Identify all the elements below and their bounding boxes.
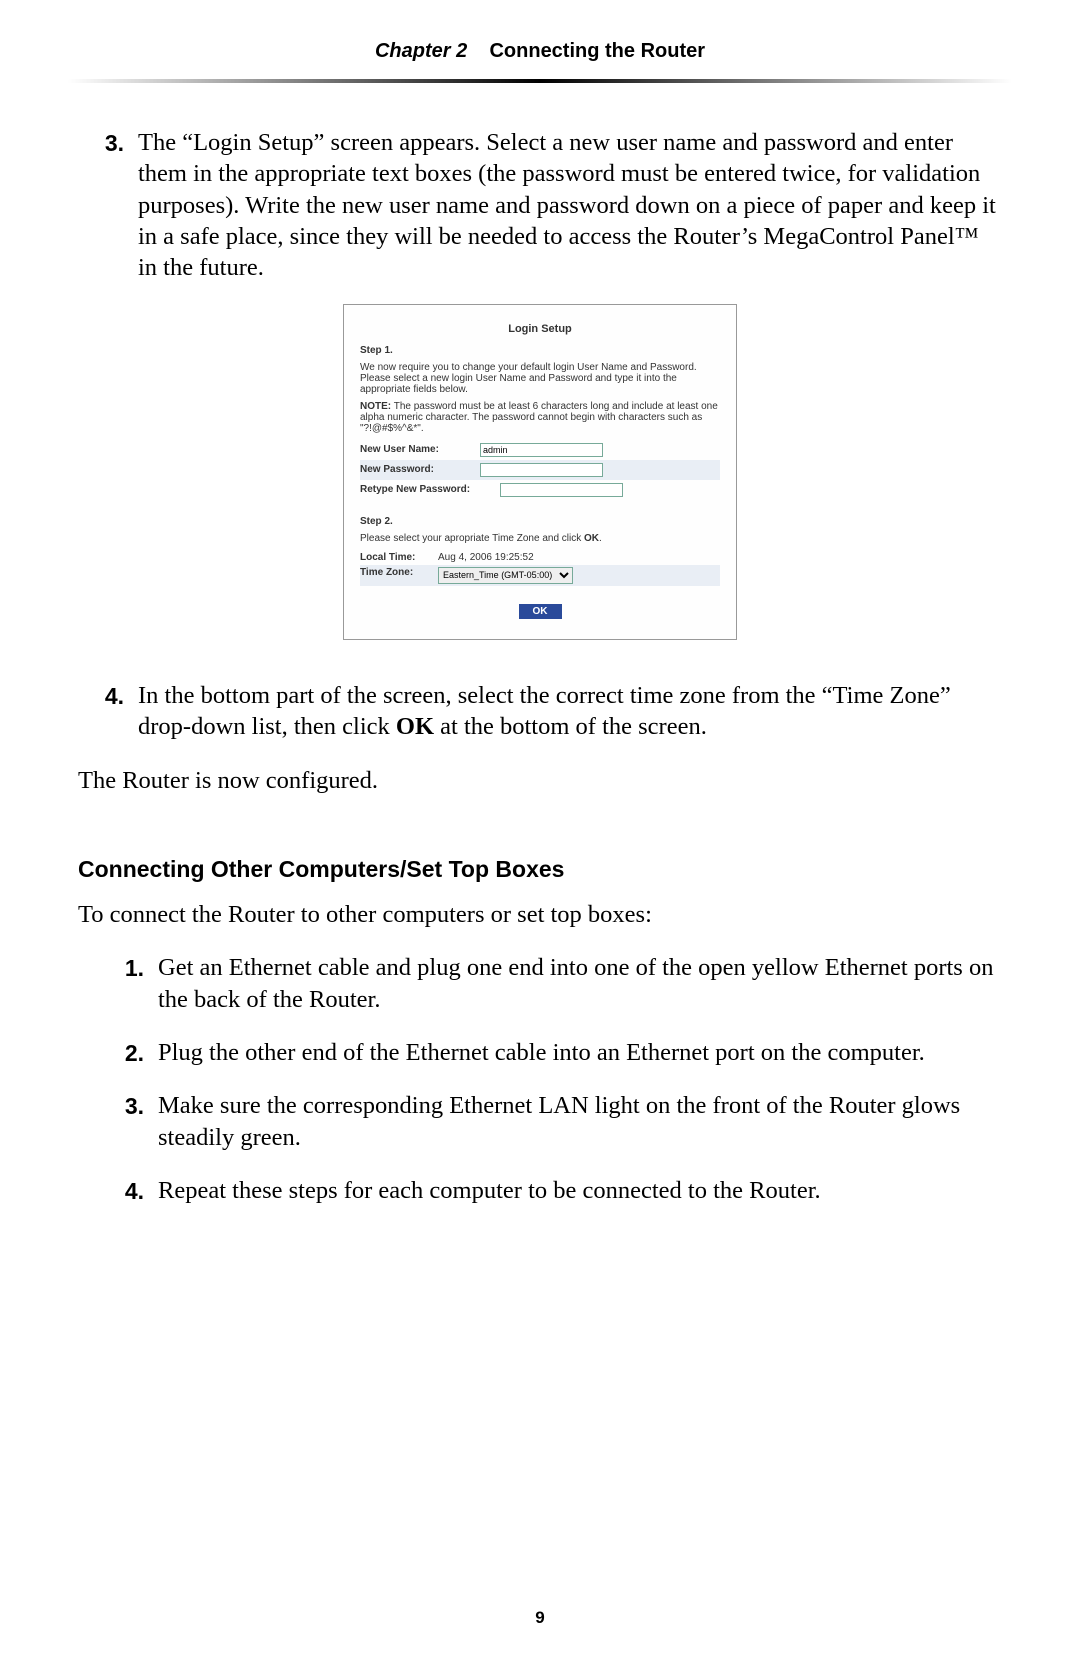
new-username-input[interactable]	[480, 443, 603, 457]
step-text: Repeat these steps for each computer to …	[158, 1175, 1002, 1206]
connect-step-3: 3. Make sure the corresponding Ethernet …	[98, 1090, 1002, 1153]
ok-button[interactable]: OK	[519, 604, 562, 619]
subsection-intro: To connect the Router to other computers…	[78, 899, 1002, 930]
step1-intro: We now require you to change your defaul…	[360, 362, 720, 395]
setup-steps-list-cont: 4. In the bottom part of the screen, sel…	[78, 680, 1002, 743]
page-number: 9	[0, 1608, 1080, 1628]
step2-text: Please select your apropriate Time Zone …	[360, 533, 720, 544]
step-text: Get an Ethernet cable and plug one end i…	[158, 952, 1002, 1015]
time-zone-row: Time Zone: Eastern_Time (GMT-05:00)	[360, 565, 720, 586]
new-password-row: New Password:	[360, 460, 720, 480]
connect-step-1: 1. Get an Ethernet cable and plug one en…	[98, 952, 1002, 1015]
step2-label: Step 2.	[360, 516, 720, 527]
password-note: NOTE: The password must be at least 6 ch…	[360, 401, 720, 434]
dialog-title: Login Setup	[360, 323, 720, 335]
step-text: Plug the other end of the Ethernet cable…	[158, 1037, 1002, 1068]
new-password-input[interactable]	[480, 463, 603, 477]
local-time-label: Local Time:	[360, 552, 438, 563]
chapter-title: Connecting the Router	[489, 40, 705, 62]
step1-label: Step 1.	[360, 345, 720, 356]
subsection-heading: Connecting Other Computers/Set Top Boxes	[78, 856, 1002, 883]
step-text: In the bottom part of the screen, select…	[138, 680, 1002, 743]
connect-steps-list: 1. Get an Ethernet cable and plug one en…	[78, 952, 1002, 1206]
step-number: 1.	[98, 952, 158, 1015]
connect-step-2: 2. Plug the other end of the Ethernet ca…	[98, 1037, 1002, 1068]
retype-password-row: Retype New Password:	[360, 480, 720, 500]
router-configured-text: The Router is now configured.	[78, 765, 1002, 796]
header-rule	[68, 79, 1012, 83]
step-number: 3.	[98, 1090, 158, 1153]
step-number: 2.	[98, 1037, 158, 1068]
new-username-row: New User Name:	[360, 440, 720, 460]
connect-step-4: 4. Repeat these steps for each computer …	[98, 1175, 1002, 1206]
login-setup-screenshot: Login Setup Step 1. We now require you t…	[343, 304, 737, 640]
new-password-label: New Password:	[360, 464, 480, 475]
chapter-header: Chapter 2 Connecting the Router	[78, 40, 1002, 63]
step-4: 4. In the bottom part of the screen, sel…	[78, 680, 1002, 743]
retype-password-input[interactable]	[500, 483, 623, 497]
step-text: Make sure the corresponding Ethernet LAN…	[158, 1090, 1002, 1153]
new-username-label: New User Name:	[360, 444, 480, 455]
step-3: 3. The “Login Setup” screen appears. Sel…	[78, 127, 1002, 284]
retype-password-label: Retype New Password:	[360, 484, 500, 495]
chapter-label: Chapter 2	[375, 40, 467, 62]
setup-steps-list: 3. The “Login Setup” screen appears. Sel…	[78, 127, 1002, 284]
step-number: 3.	[78, 127, 138, 284]
step-text: The “Login Setup” screen appears. Select…	[138, 127, 1002, 284]
time-zone-select[interactable]: Eastern_Time (GMT-05:00)	[438, 567, 573, 584]
local-time-value: Aug 4, 2006 19:25:52	[438, 552, 534, 563]
step-number: 4.	[78, 680, 138, 743]
time-zone-label: Time Zone:	[360, 567, 438, 584]
local-time-row: Local Time: Aug 4, 2006 19:25:52	[360, 550, 720, 565]
step-number: 4.	[98, 1175, 158, 1206]
